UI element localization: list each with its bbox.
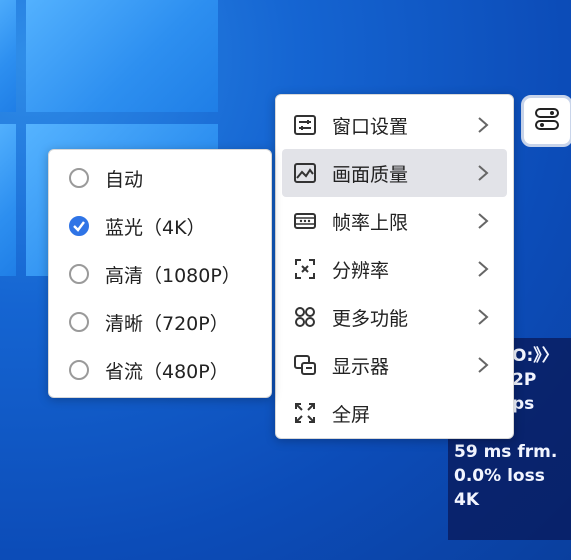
stats-line: 4K: [454, 490, 480, 510]
quality-option-label: 清晰（720P）: [105, 312, 229, 335]
fullscreen-icon: [292, 400, 318, 426]
menu-item-label: 分辨率: [332, 259, 390, 282]
menu-item-label: 全屏: [332, 403, 371, 426]
menu-item-label: 窗口设置: [332, 115, 409, 138]
stats-line: 59 ms frm.: [454, 442, 558, 462]
quality-option-label: 蓝光（4K）: [105, 216, 206, 239]
radio-button[interactable]: [69, 360, 89, 380]
wallpaper-pane: [0, 0, 16, 112]
toggle-controls-button[interactable]: [521, 95, 571, 147]
checkmark-icon: [73, 221, 85, 232]
resolution-icon: [292, 256, 318, 282]
menu-item-monitor[interactable]: 显示器: [282, 341, 507, 389]
chevron-right-icon: [473, 212, 493, 230]
toggle-controls-icon: [534, 106, 560, 136]
menu-item-window-settings[interactable]: 窗口设置: [282, 101, 507, 149]
menu-item-label: 显示器: [332, 355, 390, 378]
menu-item-picture-quality[interactable]: 画面质量: [282, 149, 507, 197]
chevron-right-icon: [473, 116, 493, 134]
picture-quality-icon: [292, 160, 318, 186]
radio-button[interactable]: [69, 264, 89, 284]
menu-item-label: 帧率上限: [332, 211, 409, 234]
menu-item-resolution[interactable]: 分辨率: [282, 245, 507, 293]
radio-button-checked[interactable]: [69, 216, 89, 236]
menu-item-label: 画面质量: [332, 163, 409, 186]
monitor-icon: [292, 352, 318, 378]
settings-menu: 窗口设置 画面质量 帧率上限 分辨率 更多功能 显示器 全屏: [275, 94, 514, 439]
quality-option-auto[interactable]: 自动: [49, 154, 271, 202]
quality-option-480p[interactable]: 省流（480P）: [49, 346, 271, 394]
radio-button[interactable]: [69, 312, 89, 332]
menu-item-more-features[interactable]: 更多功能: [282, 293, 507, 341]
window-settings-icon: [292, 112, 318, 138]
wallpaper-pane: [0, 124, 16, 276]
quality-option-4k[interactable]: 蓝光（4K）: [49, 202, 271, 250]
frame-rate-icon: [292, 208, 318, 234]
menu-item-label: 更多功能: [332, 307, 409, 330]
picture-quality-submenu: 自动 蓝光（4K） 高清（1080P） 清晰（720P） 省流（480P）: [48, 149, 272, 398]
more-features-icon: [292, 304, 318, 330]
quality-option-label: 省流（480P）: [105, 360, 229, 383]
stats-line: 0.0% loss: [454, 466, 545, 486]
menu-item-fullscreen[interactable]: 全屏: [282, 389, 507, 437]
menu-item-frame-rate[interactable]: 帧率上限: [282, 197, 507, 245]
chevron-right-icon: [473, 308, 493, 326]
wallpaper-pane: [26, 0, 218, 112]
quality-option-label: 高清（1080P）: [105, 264, 241, 287]
chevron-right-icon: [473, 164, 493, 182]
radio-button[interactable]: [69, 168, 89, 188]
chevron-right-icon: [473, 356, 493, 374]
quality-option-1080p[interactable]: 高清（1080P）: [49, 250, 271, 298]
quality-option-label: 自动: [105, 168, 144, 191]
quality-option-720p[interactable]: 清晰（720P）: [49, 298, 271, 346]
chevron-right-icon: [473, 260, 493, 278]
